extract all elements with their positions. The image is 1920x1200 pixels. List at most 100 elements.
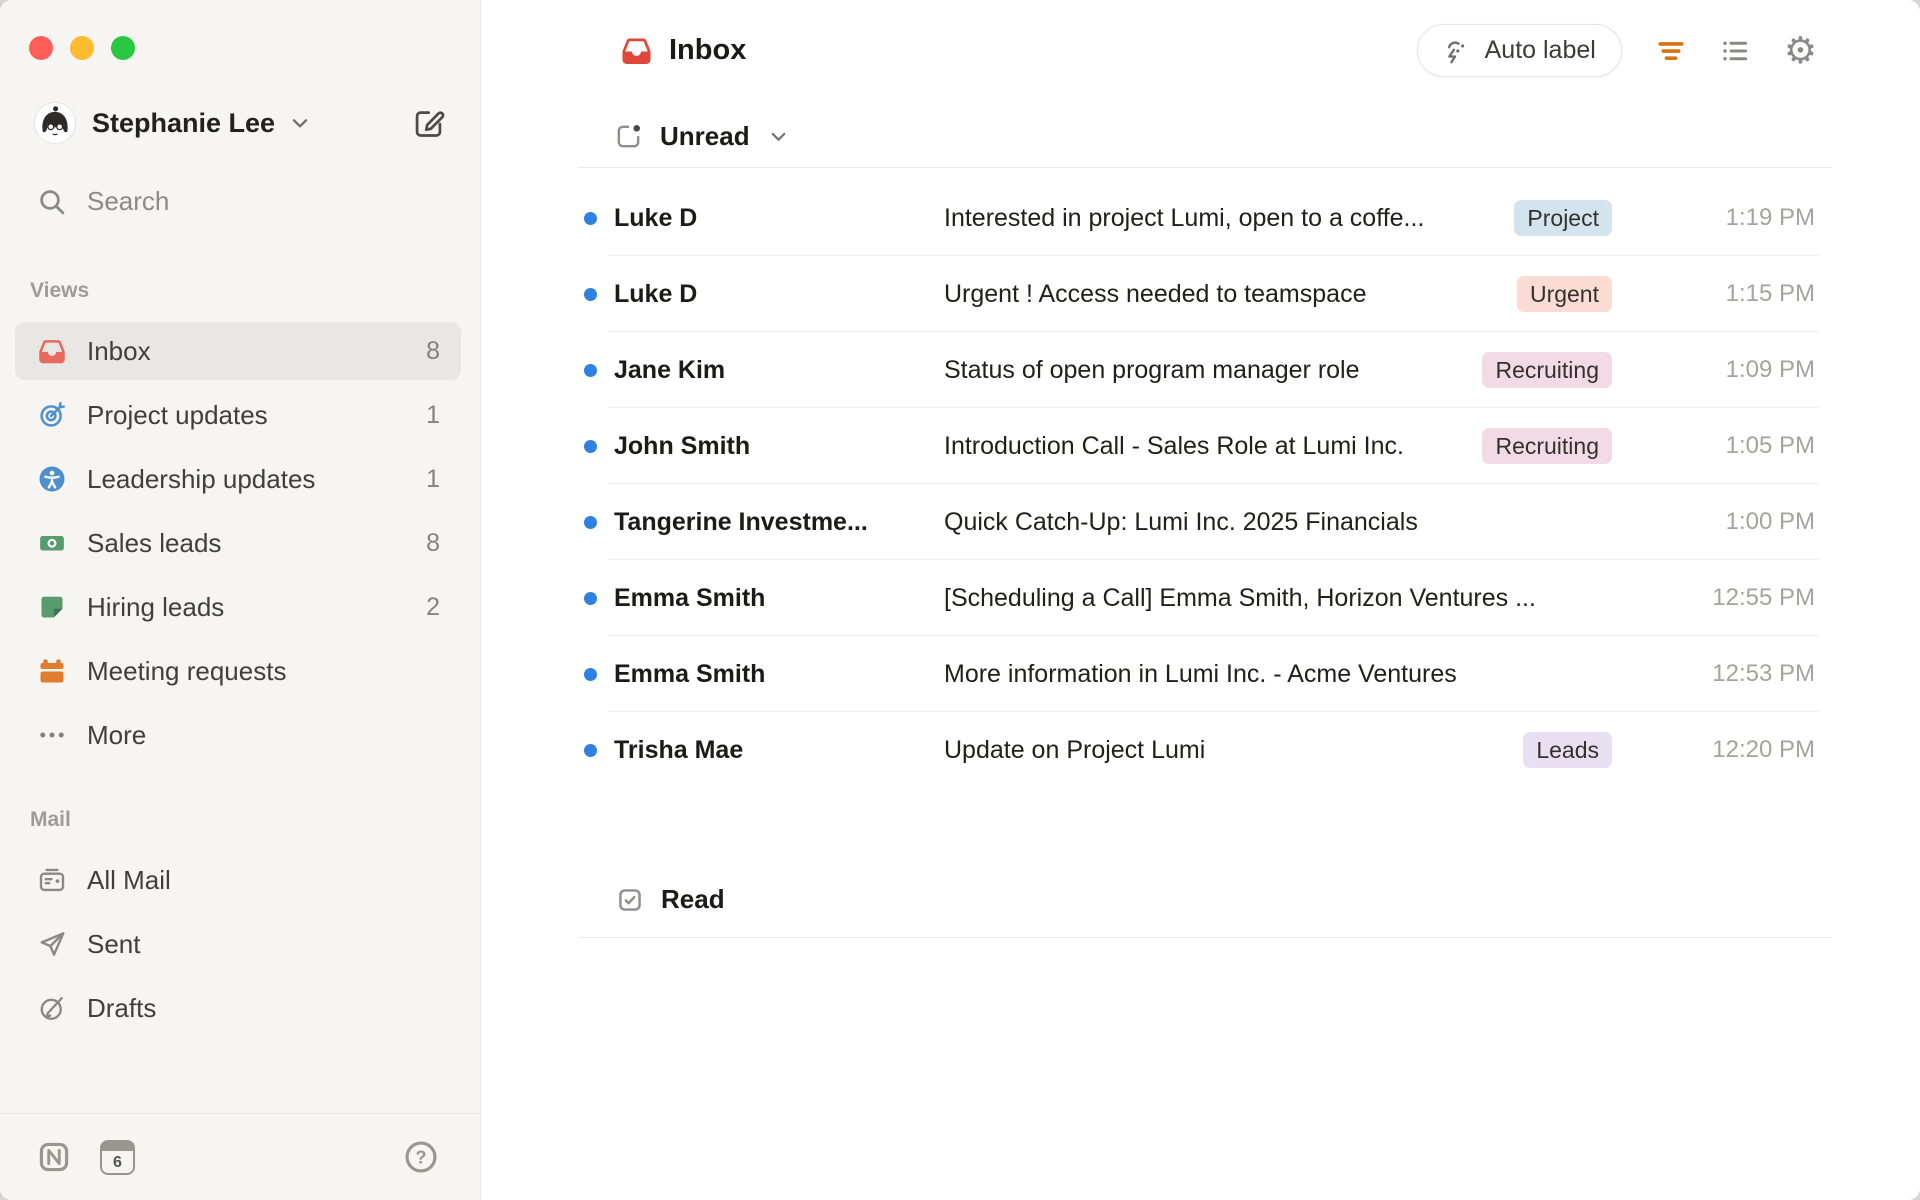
email-subject: More information in Lumi Inc. - Acme Ven… — [944, 659, 1457, 688]
email-time: 1:05 PM — [1725, 432, 1815, 459]
email-sender: Jane Kim — [614, 355, 726, 384]
sidebar-item-project-updates[interactable]: Project updates 1 — [15, 386, 461, 444]
email-row[interactable]: Luke D Interested in project Lumi, open … — [578, 180, 1832, 256]
email-row[interactable]: Luke D Urgent ! Access needed to teamspa… — [578, 256, 1832, 332]
sidebar-item-all-mail[interactable]: All Mail — [15, 851, 461, 909]
more-icon — [37, 720, 67, 750]
email-subject: Status of open program manager role — [944, 355, 1360, 384]
unread-dot-icon — [584, 363, 597, 377]
email-row[interactable]: Trisha Mae Update on Project Lumi Leads … — [578, 712, 1832, 788]
compose-button[interactable] — [412, 107, 445, 140]
unread-dot-icon — [584, 439, 597, 453]
sidebar-item-label: Drafts — [87, 992, 157, 1023]
email-time: 12:53 PM — [1712, 660, 1815, 687]
email-subject: Urgent ! Access needed to teamspace — [944, 279, 1367, 308]
email-label-badge: Project — [1514, 200, 1612, 236]
auto-label-text: Auto label — [1484, 36, 1596, 64]
email-subject: Update on Project Lumi — [944, 735, 1206, 764]
sidebar-item-sent[interactable]: Sent — [15, 915, 461, 973]
email-sender: Tangerine Investme... — [614, 507, 868, 536]
email-row[interactable]: Jane Kim Status of open program manager … — [578, 332, 1832, 408]
calendar-day: 6 — [113, 1153, 122, 1171]
section-label-views: Views — [30, 279, 90, 302]
sidebar: Stephanie Lee Search Views Inbox 8 Proje… — [0, 0, 481, 1200]
email-row[interactable]: Tangerine Investme... Quick Catch-Up: Lu… — [578, 484, 1832, 560]
settings-gear-icon[interactable]: ⚙ — [1784, 32, 1817, 69]
section-label-mail: Mail — [30, 808, 71, 831]
email-time: 12:55 PM — [1712, 584, 1815, 611]
sidebar-item-label: Sales leads — [87, 527, 222, 558]
sidebar-item-drafts[interactable]: Drafts — [15, 979, 461, 1037]
sidebar-item-label: Project updates — [87, 399, 268, 430]
zoom-button[interactable] — [111, 36, 135, 60]
email-sender: Emma Smith — [614, 659, 766, 688]
unread-dot-icon — [584, 743, 597, 757]
read-label: Read — [661, 884, 725, 914]
inbox-icon — [620, 34, 653, 67]
unread-dot-icon — [584, 591, 597, 605]
email-time: 12:20 PM — [1712, 736, 1815, 763]
search-input[interactable]: Search — [37, 186, 480, 217]
sidebar-item-label: All Mail — [87, 864, 171, 895]
email-label-badge: Urgent — [1516, 276, 1612, 312]
divider — [578, 937, 1832, 938]
mail-app-window: Stephanie Lee Search Views Inbox 8 Proje… — [0, 0, 1920, 1200]
sidebar-item-label: Leadership updates — [87, 463, 316, 494]
sidebar-item-hiring-leads[interactable]: Hiring leads 2 — [15, 578, 461, 636]
email-time: 1:09 PM — [1725, 356, 1815, 383]
email-sender: Emma Smith — [614, 583, 766, 612]
email-sender: Luke D — [614, 203, 698, 232]
email-sender: Luke D — [614, 279, 698, 308]
unread-dot-icon — [584, 287, 597, 301]
sidebar-item-more[interactable]: More — [15, 706, 461, 764]
unread-filter-icon — [614, 122, 643, 151]
notion-logo-icon[interactable] — [36, 1139, 72, 1175]
help-icon[interactable] — [403, 1139, 439, 1175]
account-switcher[interactable]: Stephanie Lee — [34, 102, 445, 144]
sidebar-item-label: Meeting requests — [87, 655, 287, 686]
email-row[interactable]: John Smith Introduction Call - Sales Rol… — [578, 408, 1832, 484]
read-checkbox-icon — [616, 886, 644, 914]
email-sender: Trisha Mae — [614, 735, 744, 764]
sidebar-item-count: 2 — [426, 592, 440, 621]
email-time: 1:00 PM — [1725, 508, 1815, 535]
page-title: Inbox — [669, 34, 747, 66]
auto-label-icon — [1443, 37, 1471, 65]
inbox-icon — [37, 336, 67, 366]
email-time: 1:15 PM — [1725, 280, 1815, 307]
chevron-down-icon — [288, 111, 312, 135]
email-row[interactable]: Emma Smith More information in Lumi Inc.… — [578, 636, 1832, 712]
sidebar-nav: Views Inbox 8 Project updates 1 Leadersh… — [0, 279, 480, 1037]
sidebar-item-label: Sent — [87, 928, 141, 959]
mail-list: All Mail Sent Drafts — [0, 851, 480, 1037]
email-subject: Introduction Call - Sales Role at Lumi I… — [944, 431, 1404, 460]
auto-label-button[interactable]: Auto label — [1416, 24, 1622, 77]
email-label-badge: Recruiting — [1482, 352, 1612, 388]
sidebar-item-leadership-updates[interactable]: Leadership updates 1 — [15, 450, 461, 508]
sidebar-item-count: 1 — [426, 400, 440, 429]
email-row[interactable]: Emma Smith [Scheduling a Call] Emma Smit… — [578, 560, 1832, 636]
window-controls — [0, 0, 480, 60]
list-view-icon[interactable] — [1720, 36, 1750, 66]
sidebar-item-sales-leads[interactable]: Sales leads 8 — [15, 514, 461, 572]
unread-dot-icon — [584, 667, 597, 681]
calendar-icon[interactable]: 6 — [100, 1139, 135, 1175]
views-list: Inbox 8 Project updates 1 Leadership upd… — [0, 322, 480, 764]
unread-label: Unread — [660, 121, 750, 151]
read-section-header[interactable]: Read — [616, 884, 1920, 915]
sidebar-item-meeting-requests[interactable]: Meeting requests — [15, 642, 461, 700]
minimize-button[interactable] — [70, 36, 94, 60]
filter-icon[interactable] — [1656, 36, 1686, 66]
target-icon — [37, 400, 67, 430]
unread-section-header[interactable]: Unread — [614, 121, 1920, 152]
close-button[interactable] — [29, 36, 53, 60]
main-header: Inbox Auto label ⚙ — [481, 0, 1920, 77]
all-mail-icon — [37, 865, 67, 895]
avatar — [34, 102, 76, 144]
sidebar-item-label: More — [87, 719, 147, 750]
sidebar-item-inbox[interactable]: Inbox 8 — [15, 322, 461, 380]
drafts-icon — [37, 993, 67, 1023]
sidebar-item-label: Hiring leads — [87, 591, 225, 622]
accessibility-icon — [37, 464, 67, 494]
unread-dot-icon — [584, 211, 597, 225]
